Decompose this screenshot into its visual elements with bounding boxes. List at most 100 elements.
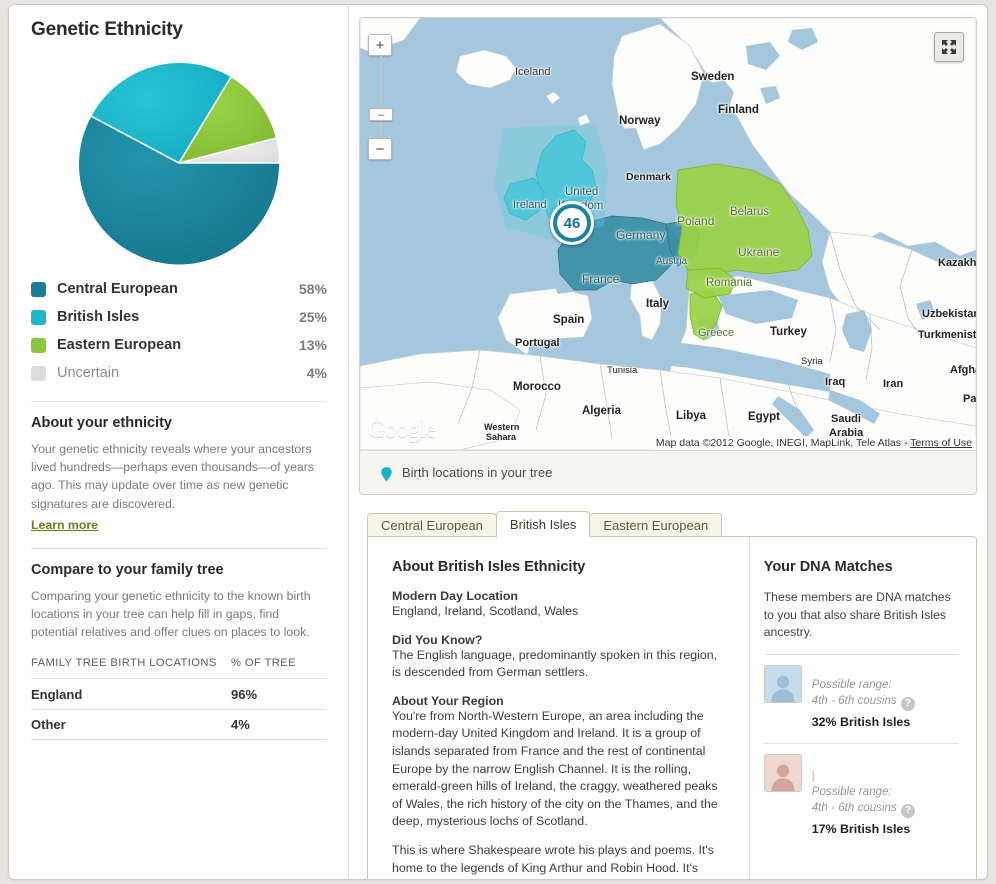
table-row: Other 4%	[31, 709, 327, 741]
map-country-label: Turkmenistan	[918, 329, 976, 341]
legend-value: 58%	[298, 281, 327, 297]
cell-location: England	[31, 686, 83, 702]
map-country-label: Denmark	[626, 171, 671, 183]
legend-value: 4%	[306, 365, 327, 381]
legend-swatch	[31, 365, 46, 381]
tab-central-european[interactable]: Central European	[367, 513, 497, 537]
map-country-label: Pak	[963, 393, 976, 405]
legend-label: Central European	[57, 281, 178, 297]
map-country-label: Western	[484, 422, 520, 432]
map-country-label: Uzbekistan	[922, 308, 976, 320]
dna-match-range-label: Possible range:	[811, 677, 892, 691]
map-country-label: Romania	[706, 277, 753, 289]
pin-count: 46	[557, 208, 587, 238]
about-ethnicity-heading: About your ethnicity	[31, 415, 172, 431]
zoom-in-button[interactable]: +	[368, 34, 392, 56]
dna-match-info: | Possible range: 4th - 6th cousins? 17%…	[812, 754, 915, 836]
person-silhouette-icon	[771, 675, 795, 702]
map-country-label: Germany	[616, 228, 666, 242]
dna-matches-intro: These members are DNA matches to you tha…	[763, 590, 951, 640]
map-country-label: Kazakh	[938, 257, 976, 269]
map-country-label: France	[582, 272, 620, 286]
learn-more-link[interactable]: Learn more	[31, 518, 98, 532]
terms-of-use-link[interactable]: Terms of Use	[910, 437, 972, 449]
did-you-know-label: Did You Know?	[392, 632, 483, 647]
dna-match-item[interactable]: Possible range: 4th - 6th cousins? 32% B…	[763, 664, 958, 737]
about-ethnicity-section: About your ethnicity Your genetic ethnic…	[31, 415, 326, 534]
did-you-know-value: The English language, predominantly spok…	[392, 647, 718, 680]
help-icon[interactable]: ?	[900, 696, 915, 711]
about-your-region-label: About Your Region	[392, 693, 504, 708]
tab-british-isles[interactable]: British Isles	[495, 511, 591, 537]
person-silhouette-icon	[771, 764, 795, 791]
column-header-percent: % OF TREE	[231, 657, 296, 670]
map-country-label: Portugal	[515, 337, 560, 349]
birth-location-pin-badge[interactable]: 46	[550, 201, 594, 245]
about-region-heading: About British Isles Ethnicity	[392, 559, 586, 575]
map-country-label: Finland	[718, 104, 759, 116]
map-country-label: Italy	[646, 298, 670, 310]
dna-match-item[interactable]: | Possible range: 4th - 6th cousins? 17%…	[763, 753, 958, 844]
map-country-label: United	[565, 186, 599, 198]
map-country-label: Poland	[677, 214, 715, 228]
divider	[763, 653, 958, 655]
compare-heading: Compare to your family tree	[31, 561, 224, 578]
dna-match-range-value: 4th - 6th cousins?	[812, 693, 915, 711]
zoom-slider-rail[interactable]	[380, 56, 382, 146]
zoom-slider-handle[interactable]: –	[369, 108, 393, 121]
modern-day-location-value: England, Ireland, Scotland, Wales	[392, 604, 579, 618]
tab-eastern-european[interactable]: Eastern European	[589, 513, 723, 537]
fullscreen-button[interactable]	[934, 32, 964, 62]
ethnicity-main: Iceland Sweden Finland Norway Denmark Ireland…	[349, 5, 987, 879]
table-row: England 96%	[31, 678, 327, 709]
avatar[interactable]	[763, 664, 802, 703]
compare-text: Comparing your genetic ethnicity to the …	[31, 588, 311, 640]
map-country-label: Iceland	[515, 66, 551, 78]
dna-match-name[interactable]: |	[812, 770, 815, 782]
about-your-region-paragraph-2: This is where Shakespeare wrote his play…	[392, 843, 714, 879]
legend-swatch	[31, 337, 46, 353]
map-attribution-text: Map data ©2012 Google, INEGI, MapLink, T…	[655, 437, 911, 449]
map-country-label: Tunisia	[607, 365, 638, 376]
map-country-label: Iraq	[825, 376, 846, 388]
dna-match-percent: 32% British Isles	[811, 714, 911, 729]
pie-legend: Central European 58% British Isles 25% E…	[31, 275, 327, 387]
map-country-label: Saudi	[831, 413, 861, 425]
map-attribution: Map data ©2012 Google, INEGI, MapLink, T…	[651, 436, 976, 450]
ethnicity-pie-chart	[31, 47, 327, 269]
map-legend-label: Birth locations in your tree	[402, 465, 553, 480]
zoom-out-button[interactable]: −	[368, 138, 392, 160]
map-pin-icon	[380, 466, 393, 484]
map-country-label: Algeria	[582, 405, 621, 417]
cell-percent: 4%	[231, 717, 250, 733]
dna-match-percent: 17% British Isles	[811, 822, 911, 837]
map-country-label: Libya	[676, 410, 707, 422]
avatar[interactable]	[763, 753, 802, 792]
divider	[31, 547, 326, 549]
expand-arrows-icon	[942, 40, 956, 54]
dna-match-range-text: 4th - 6th cousins	[811, 801, 897, 815]
ethnicity-sidebar: Genetic Ethnicity Central European 58% B…	[9, 5, 349, 879]
about-ethnicity-text: Your genetic ethnicity reveals where you…	[31, 442, 315, 511]
map-country-label: Egypt	[748, 411, 780, 423]
tab-panel: About British Isles Ethnicity Modern Day…	[367, 536, 977, 879]
map-country-label: Norway	[619, 115, 661, 127]
map-view[interactable]: Iceland Sweden Finland Norway Denmark Ireland…	[360, 18, 976, 450]
map-country-label: Austria	[656, 256, 688, 267]
help-icon[interactable]: ?	[900, 804, 915, 819]
about-region-column: About British Isles Ethnicity Modern Day…	[368, 537, 749, 879]
dna-match-info: Possible range: 4th - 6th cousins? 32% B…	[812, 665, 915, 729]
modern-day-location-label: Modern Day Location	[392, 589, 518, 603]
column-header-location: FAMILY TREE BIRTH LOCATIONS	[31, 657, 217, 670]
ethnicity-tabs: Central European British Isles Eastern E…	[367, 511, 977, 537]
map-country-label: Iran	[883, 378, 904, 390]
map-country-label: Sweden	[691, 71, 735, 83]
map-zoom-control[interactable]: + – −	[368, 34, 394, 160]
legend-item-uncertain: Uncertain 4%	[31, 359, 327, 387]
map-country-label: Sahara	[486, 432, 517, 442]
dna-match-range-text: 4th - 6th cousins	[811, 693, 897, 707]
about-your-region-paragraph-1: You're from North-Western Europe, an are…	[392, 708, 718, 829]
map-country-label: Ukraine	[738, 245, 780, 259]
legend-label: Uncertain	[57, 365, 120, 381]
ethnicity-page: Genetic Ethnicity Central European 58% B…	[8, 4, 988, 880]
